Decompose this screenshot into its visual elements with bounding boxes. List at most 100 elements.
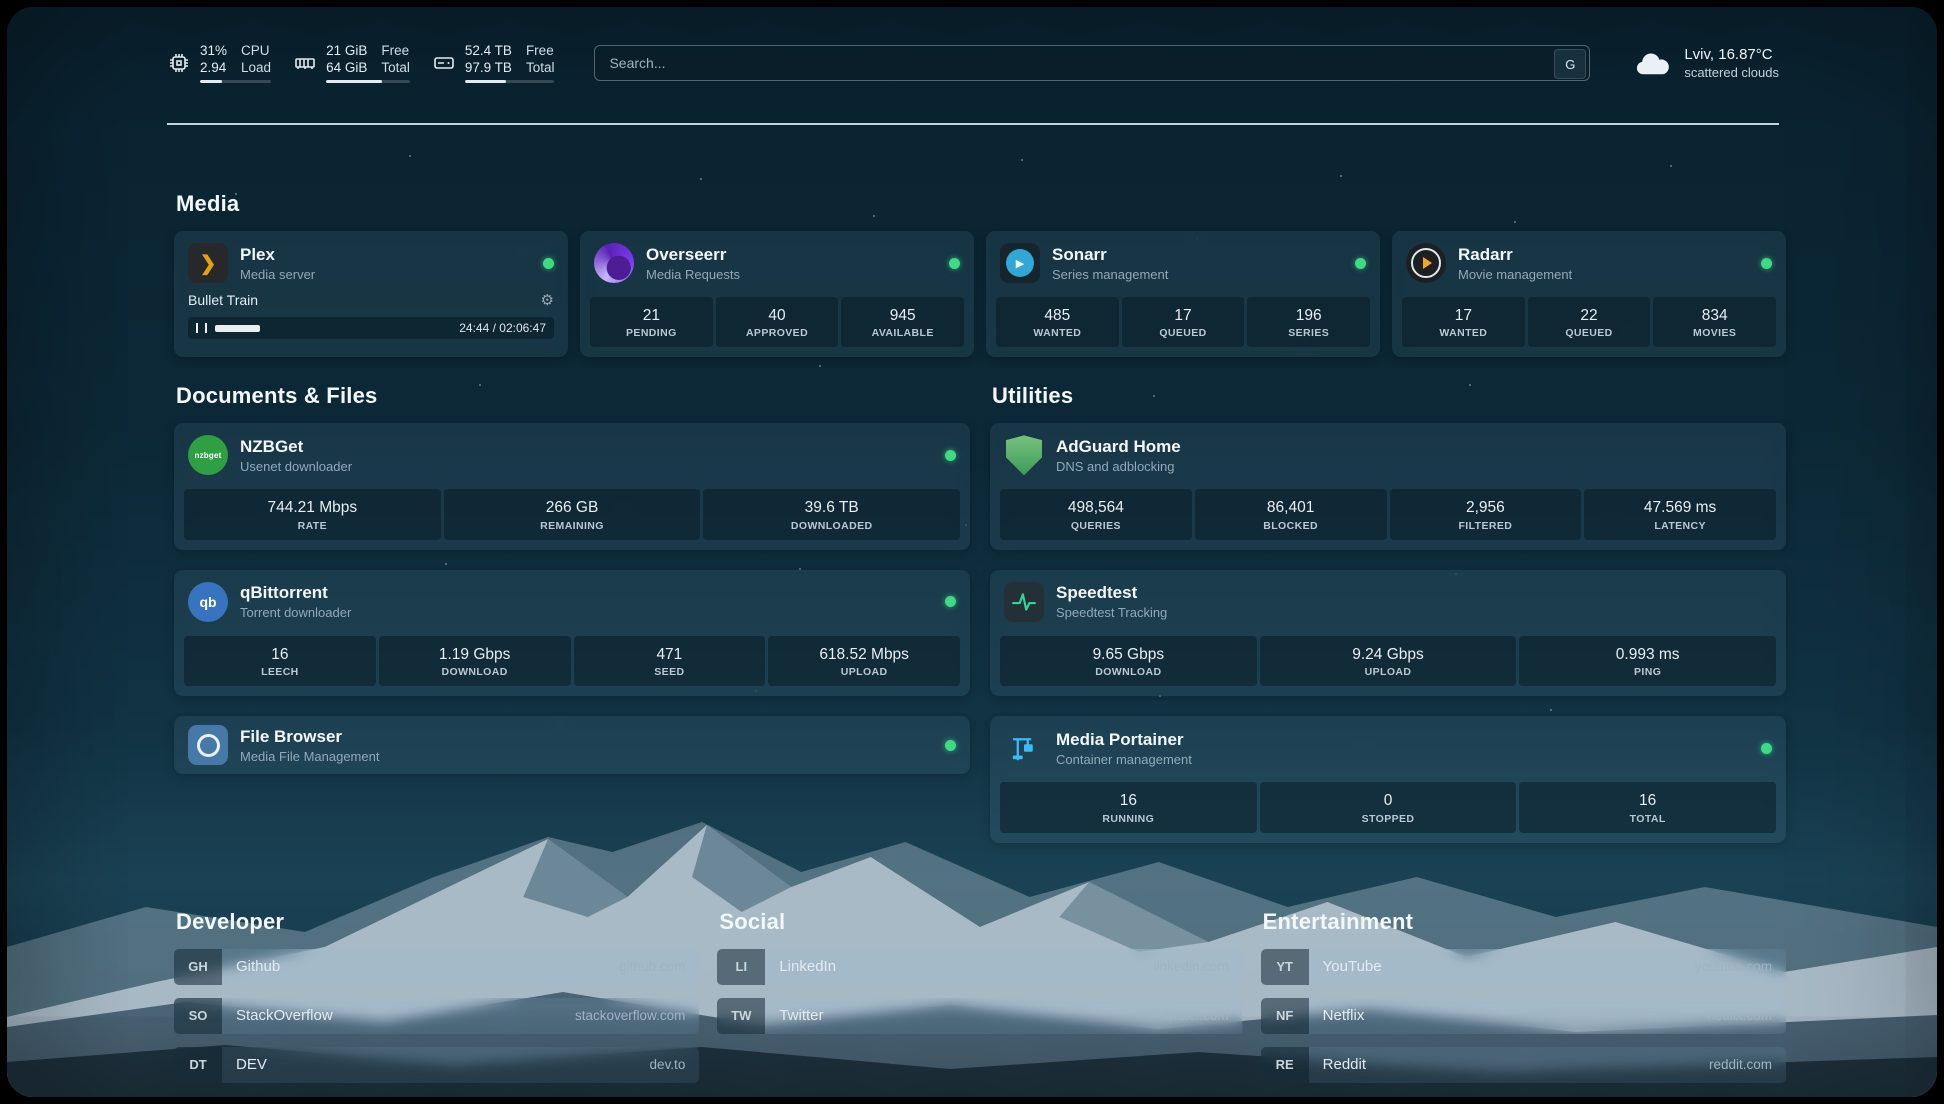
service-card-adguard[interactable]: AdGuard Home DNS and adblocking 498,564 … — [990, 423, 1786, 549]
stat-label: TOTAL — [1521, 813, 1774, 825]
service-card-speedtest[interactable]: Speedtest Speedtest Tracking 9.65 Gbps D… — [990, 570, 1786, 696]
pause-icon[interactable] — [196, 323, 207, 333]
service-card-overseerr[interactable]: Overseerr Media Requests 21 PENDING 40 A… — [580, 231, 974, 357]
now-playing-title: Bullet Train — [188, 292, 258, 308]
bookmark-abbr: YT — [1261, 949, 1309, 985]
service-card-qbittorrent[interactable]: qb qBittorrent Torrent downloader 16 — [174, 570, 970, 696]
bookmark-name: LinkedIn — [765, 949, 836, 985]
stat-label: APPROVED — [718, 327, 837, 339]
bookmark-name: Reddit — [1309, 1047, 1366, 1083]
service-card-nzbget[interactable]: nzbget NZBGet Usenet downloader 744.21 M… — [174, 423, 970, 549]
disk-free: 52.4 TB — [465, 43, 512, 60]
qbittorrent-icon: qb — [188, 582, 228, 622]
memory-icon — [293, 51, 317, 75]
stat-tile: 21 PENDING — [590, 297, 713, 347]
bookmark-url: linkedin.com — [1154, 949, 1243, 985]
service-card-filebrowser[interactable]: File Browser Media File Management — [174, 716, 970, 774]
search-provider-button[interactable]: G — [1554, 49, 1586, 79]
stat-tile: 16 LEECH — [184, 636, 376, 686]
search-input[interactable] — [594, 45, 1590, 81]
bookmark-url: stackoverflow.com — [575, 998, 699, 1034]
bookmark-abbr: NF — [1261, 998, 1309, 1034]
stat-value: 17 — [1404, 306, 1523, 325]
stat-value: 22 — [1530, 306, 1649, 325]
bookmark-url: github.com — [619, 949, 699, 985]
service-name: Sonarr — [1052, 245, 1168, 265]
stat-label: AVAILABLE — [843, 327, 962, 339]
memory-unit-top: Free — [381, 43, 410, 60]
weather-condition: scattered clouds — [1684, 65, 1779, 80]
stat-label: QUERIES — [1002, 520, 1190, 532]
service-subtitle: Usenet downloader — [240, 459, 352, 474]
bookmark-row-reddit[interactable]: RE Reddit reddit.com — [1261, 1047, 1786, 1083]
bookmark-row-netflix[interactable]: NF Netflix netflix.com — [1261, 998, 1786, 1034]
stat-label: PING — [1521, 666, 1774, 678]
disk-total: 97.9 TB — [465, 60, 512, 77]
stat-tile: 196 SERIES — [1247, 297, 1370, 347]
dashboard-background: 31% 2.94 CPU Load — [7, 7, 1937, 1097]
stat-label: PENDING — [592, 327, 711, 339]
stat-tile: 40 APPROVED — [716, 297, 839, 347]
documents-section-title: Documents & Files — [176, 383, 970, 409]
service-card-sonarr[interactable]: ▶ Sonarr Series management 485 WANTED — [986, 231, 1380, 357]
stat-tile: 16 TOTAL — [1519, 782, 1776, 832]
stat-value: 196 — [1249, 306, 1368, 325]
bookmark-name: Netflix — [1309, 998, 1365, 1034]
bookmark-abbr: DT — [174, 1047, 222, 1083]
stat-label: SERIES — [1249, 327, 1368, 339]
bookmark-row-stackoverflow[interactable]: SO StackOverflow stackoverflow.com — [174, 998, 699, 1034]
service-subtitle: Media Requests — [646, 267, 740, 282]
service-card-radarr[interactable]: Radarr Movie management 17 WANTED 22 QUE… — [1392, 231, 1786, 357]
weather-location: Lviv, 16.87°C — [1684, 46, 1779, 63]
bookmark-row-twitter[interactable]: TW Twitter twitter.com — [717, 998, 1242, 1034]
overseerr-icon — [594, 243, 634, 283]
stat-label: RUNNING — [1002, 813, 1255, 825]
disk-usage-bar — [465, 80, 555, 83]
bookmark-url: reddit.com — [1709, 1047, 1786, 1083]
stat-value: 618.52 Mbps — [770, 645, 958, 664]
service-card-portainer[interactable]: Media Portainer Container management 16 … — [990, 716, 1786, 842]
media-section-title: Media — [176, 191, 1786, 217]
stat-label: QUEUED — [1530, 327, 1649, 339]
stat-value: 744.21 Mbps — [186, 498, 439, 517]
bookmark-row-youtube[interactable]: YT YouTube youtube.com — [1261, 949, 1786, 985]
stat-tile: 17 QUEUED — [1122, 297, 1245, 347]
memory-widget: 21 GiB 64 GiB Free Total — [293, 43, 410, 83]
stat-value: 16 — [1521, 791, 1774, 810]
stat-value: 86,401 — [1197, 498, 1385, 517]
stat-label: QUEUED — [1124, 327, 1243, 339]
cpu-unit-bottom: Load — [241, 60, 271, 77]
bookmark-name: StackOverflow — [222, 998, 333, 1034]
nzbget-icon: nzbget — [188, 435, 228, 475]
bookmark-abbr: LI — [717, 949, 765, 985]
adguard-icon — [1004, 435, 1044, 475]
search-bar: G — [594, 45, 1590, 81]
service-name: Plex — [240, 245, 315, 265]
bookmark-row-linkedin[interactable]: LI LinkedIn linkedin.com — [717, 949, 1242, 985]
plex-icon: ❯ — [188, 243, 228, 283]
bookmark-row-github[interactable]: GH Github github.com — [174, 949, 699, 985]
stat-value: 834 — [1655, 306, 1774, 325]
settings-gear-icon[interactable]: ⚙ — [541, 291, 554, 309]
stat-value: 16 — [1002, 791, 1255, 810]
stat-tile: 17 WANTED — [1402, 297, 1525, 347]
stat-label: BLOCKED — [1197, 520, 1385, 532]
bookmark-group-developer: Developer GH Github github.com SO StackO… — [174, 909, 699, 1083]
resource-widgets: 31% 2.94 CPU Load — [167, 43, 554, 83]
status-dot — [543, 258, 554, 269]
stat-value: 498,564 — [1002, 498, 1190, 517]
stat-value: 47.569 ms — [1586, 498, 1774, 517]
service-name: Speedtest — [1056, 583, 1167, 603]
service-subtitle: DNS and adblocking — [1056, 459, 1181, 474]
stat-value: 2,956 — [1392, 498, 1580, 517]
cpu-load: 2.94 — [200, 60, 227, 77]
bookmark-row-dev[interactable]: DT DEV dev.to — [174, 1047, 699, 1083]
stat-label: LEECH — [186, 666, 374, 678]
stat-tile: 945 AVAILABLE — [841, 297, 964, 347]
service-name: Media Portainer — [1056, 730, 1192, 750]
service-card-plex[interactable]: ❯ Plex Media server Bullet Train ⚙ — [174, 231, 568, 357]
status-dot — [945, 740, 956, 751]
service-name: File Browser — [240, 727, 379, 747]
stat-label: DOWNLOAD — [381, 666, 569, 678]
service-name: qBittorrent — [240, 583, 351, 603]
